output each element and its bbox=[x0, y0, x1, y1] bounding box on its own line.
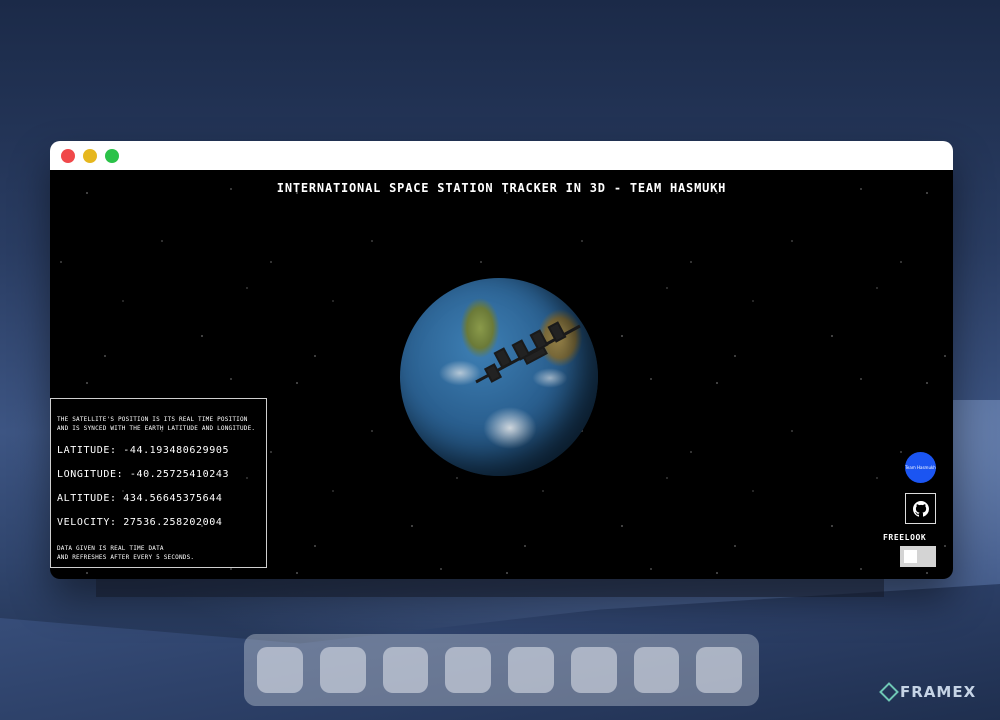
github-icon bbox=[912, 500, 929, 517]
maximize-button[interactable] bbox=[105, 149, 119, 163]
telemetry-panel: THE SATELLITE'S POSITION IS ITS REAL TIM… bbox=[50, 398, 267, 568]
velocity-value: VELOCITY: 27536.258202004 bbox=[57, 517, 223, 528]
refresh-note-line: DATA GIVEN IS REAL TIME DATA bbox=[57, 545, 164, 552]
latitude-value: LATITUDE: -44.193480629905 bbox=[57, 445, 230, 456]
dock-item[interactable] bbox=[633, 647, 680, 693]
framex-watermark: FRAMEX bbox=[879, 682, 977, 702]
browser-window: INTERNATIONAL SPACE STATION TRACKER IN 3… bbox=[50, 141, 953, 579]
page-title: INTERNATIONAL SPACE STATION TRACKER IN 3… bbox=[276, 181, 727, 195]
space-viewport[interactable]: INTERNATIONAL SPACE STATION TRACKER IN 3… bbox=[50, 170, 953, 579]
dock-item[interactable] bbox=[570, 647, 617, 693]
window-shadow-strip bbox=[96, 579, 884, 597]
minimize-button[interactable] bbox=[83, 149, 97, 163]
position-note-line: AND IS SYNCED WITH THE EARTH LATITUDE AN… bbox=[57, 425, 256, 432]
team-badge-label: Team Hasmukh bbox=[905, 465, 936, 470]
position-note: THE SATELLITE'S POSITION IS ITS REAL TIM… bbox=[57, 415, 266, 433]
github-button[interactable] bbox=[905, 493, 936, 524]
refresh-note: DATA GIVEN IS REAL TIME DATA AND REFRESH… bbox=[57, 544, 266, 562]
dock-item[interactable] bbox=[508, 647, 554, 693]
longitude-value: LONGITUDE: -40.25725410243 bbox=[57, 469, 230, 480]
close-button[interactable] bbox=[61, 149, 75, 163]
altitude-value: ALTITUDE: 434.56645375644 bbox=[57, 493, 223, 504]
framex-logo-icon bbox=[879, 682, 899, 702]
refresh-note-line: AND REFRESHES AFTER EVERY 5 SECONDS. bbox=[57, 554, 195, 561]
watermark-text: FRAMEX bbox=[900, 683, 977, 701]
window-titlebar bbox=[50, 141, 953, 170]
dock-item[interactable] bbox=[319, 647, 366, 693]
iss-satellite-model bbox=[475, 321, 581, 384]
dock bbox=[244, 634, 759, 706]
dock-item[interactable] bbox=[445, 647, 491, 693]
team-badge-button[interactable]: Team Hasmukh bbox=[905, 452, 936, 483]
freelook-toggle[interactable] bbox=[900, 546, 936, 567]
dock-item[interactable] bbox=[257, 647, 303, 693]
freelook-label: FREELOOK bbox=[883, 533, 927, 542]
dock-item[interactable] bbox=[382, 647, 429, 693]
dock-item[interactable] bbox=[696, 647, 742, 693]
freelook-toggle-knob[interactable] bbox=[904, 550, 917, 563]
position-note-line: THE SATELLITE'S POSITION IS ITS REAL TIM… bbox=[57, 416, 248, 423]
